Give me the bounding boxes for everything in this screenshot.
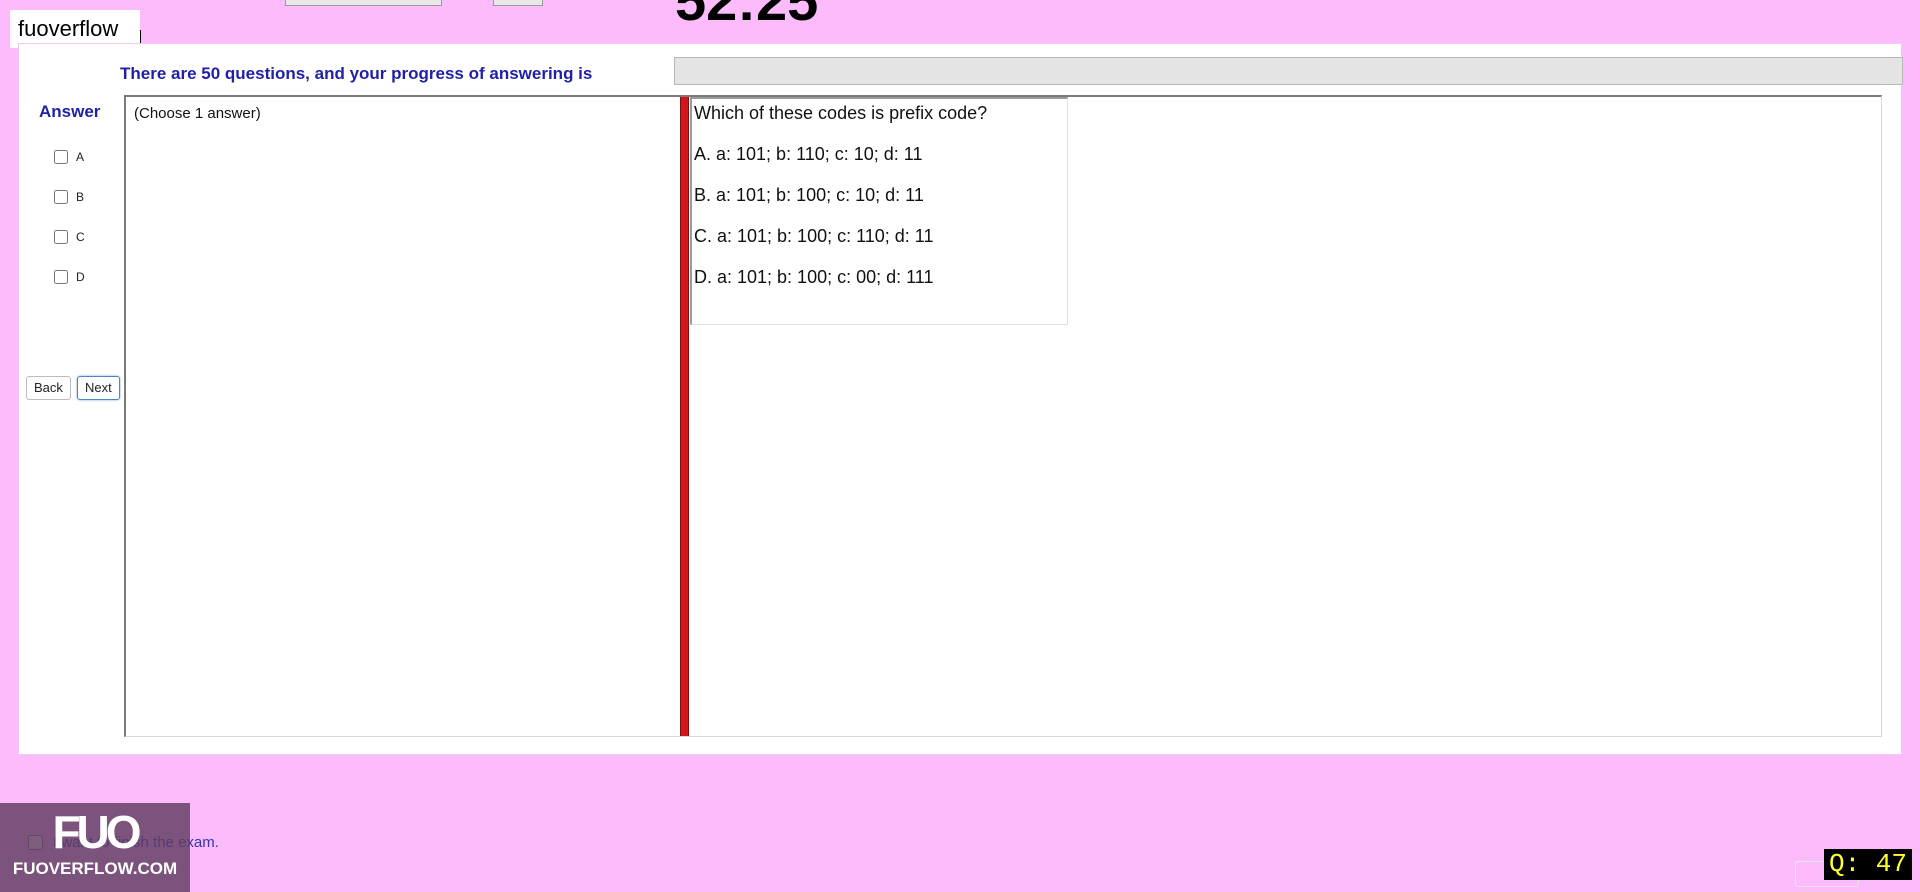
question-option-0: A. a: 101; b: 110; c: 10; d: 11 [694, 144, 923, 164]
progress-text: There are 50 questions, and your progres… [120, 64, 593, 83]
question-option-3: D. a: 101; b: 100; c: 00; d: 111 [694, 267, 934, 287]
question-option-1: B. a: 101; b: 100; c: 10; d: 11 [694, 185, 924, 205]
exam-timer: 52:25 [675, 0, 819, 32]
logo-text: FUOVERFLOW.COM [12, 859, 178, 878]
question-box: Which of these codes is prefix code? A. … [690, 97, 1068, 325]
answer-title: Answer [39, 102, 101, 121]
answer-checkbox-b[interactable] [54, 190, 68, 204]
answer-option-label: D [76, 270, 85, 284]
question-option-2: C. a: 101; b: 100; c: 110; d: 11 [694, 226, 934, 246]
answer-option-label: A [76, 150, 85, 164]
answer-option-d: D [54, 270, 85, 284]
answer-option-c: C [54, 230, 85, 244]
next-button[interactable]: Next [77, 376, 120, 400]
fuoverflow-logo: FUO FUOVERFLOW.COM [0, 803, 190, 892]
answer-checkbox-d[interactable] [54, 270, 68, 284]
top-small-field[interactable] [493, 0, 543, 6]
back-button[interactable]: Back [26, 376, 71, 400]
answer-checkbox-c[interactable] [54, 230, 68, 244]
question-text: Which of these codes is prefix code? [694, 103, 988, 123]
exam-panel: There are 50 questions, and your progres… [18, 43, 1903, 755]
question-counter: Q: 47 [1823, 849, 1912, 880]
logo-mark: FUO [52, 806, 141, 858]
answer-option-a: A [54, 150, 84, 164]
answer-option-label: C [76, 230, 85, 244]
answer-option-b: B [54, 190, 84, 204]
progress-bar [674, 57, 1903, 85]
top-dropdown-field[interactable] [285, 0, 442, 6]
pane-divider[interactable] [680, 97, 689, 736]
content-area: (Choose 1 answer) Which of these codes i… [124, 95, 1882, 737]
answer-option-label: B [76, 190, 85, 204]
answer-checkbox-a[interactable] [54, 150, 68, 164]
choose-instruction: (Choose 1 answer) [134, 105, 261, 122]
